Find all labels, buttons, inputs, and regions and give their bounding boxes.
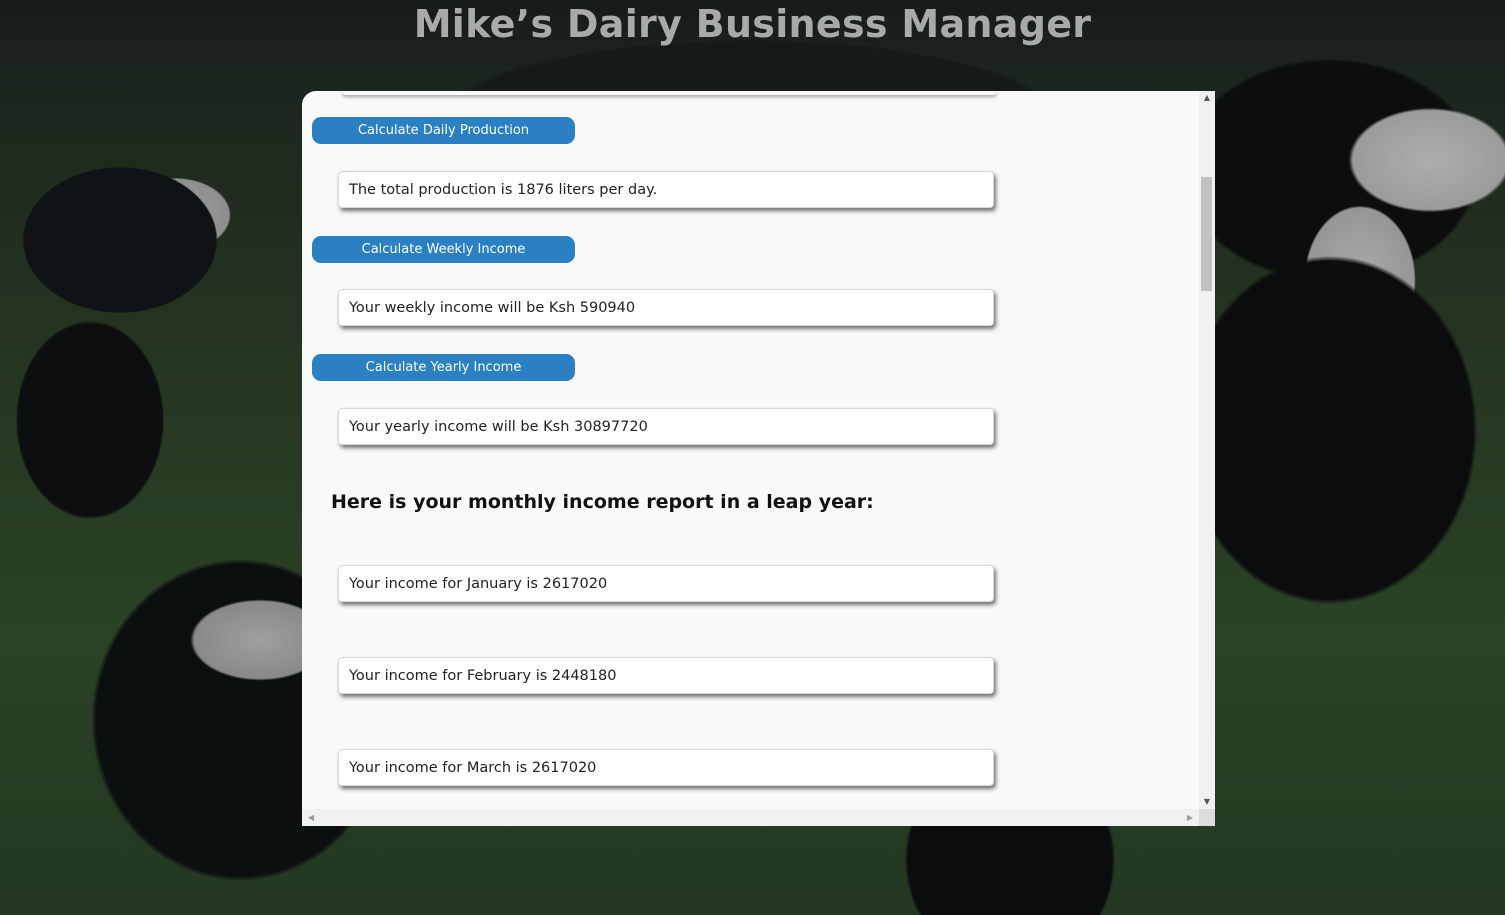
- previous-result-box-edge: [342, 91, 997, 95]
- monthly-income-january: Your income for January is 2617020: [338, 565, 994, 602]
- triangle-left-icon[interactable]: ◀: [304, 809, 318, 826]
- monthly-report-heading: Here is your monthly income report in a …: [331, 491, 874, 513]
- weekly-income-result: Your weekly income will be Ksh 590940: [338, 289, 994, 326]
- vertical-scrollbar[interactable]: ▲ ▼: [1199, 91, 1215, 809]
- calculate-yearly-income-button[interactable]: Calculate Yearly Income: [312, 354, 575, 381]
- yearly-income-result: Your yearly income will be Ksh 30897720: [338, 408, 994, 445]
- page-title: Mike’s Dairy Business Manager: [413, 2, 1092, 46]
- triangle-down-icon[interactable]: ▼: [1199, 795, 1215, 809]
- monthly-income-february: Your income for February is 2448180: [338, 657, 994, 694]
- daily-production-result: The total production is 1876 liters per …: [338, 171, 994, 208]
- horizontal-scrollbar[interactable]: ◀ ▶: [302, 809, 1199, 826]
- triangle-up-icon[interactable]: ▲: [1199, 91, 1215, 105]
- main-panel: Calculate Daily Production The total pro…: [302, 91, 1215, 826]
- calculate-weekly-income-button[interactable]: Calculate Weekly Income: [312, 236, 575, 263]
- monthly-income-march: Your income for March is 2617020: [338, 749, 994, 786]
- scroll-content[interactable]: Calculate Daily Production The total pro…: [302, 91, 1199, 809]
- vertical-scrollbar-thumb[interactable]: [1201, 177, 1212, 291]
- scrollbar-corner: [1199, 809, 1215, 826]
- triangle-right-icon[interactable]: ▶: [1183, 809, 1197, 826]
- calculate-daily-production-button[interactable]: Calculate Daily Production: [312, 117, 575, 144]
